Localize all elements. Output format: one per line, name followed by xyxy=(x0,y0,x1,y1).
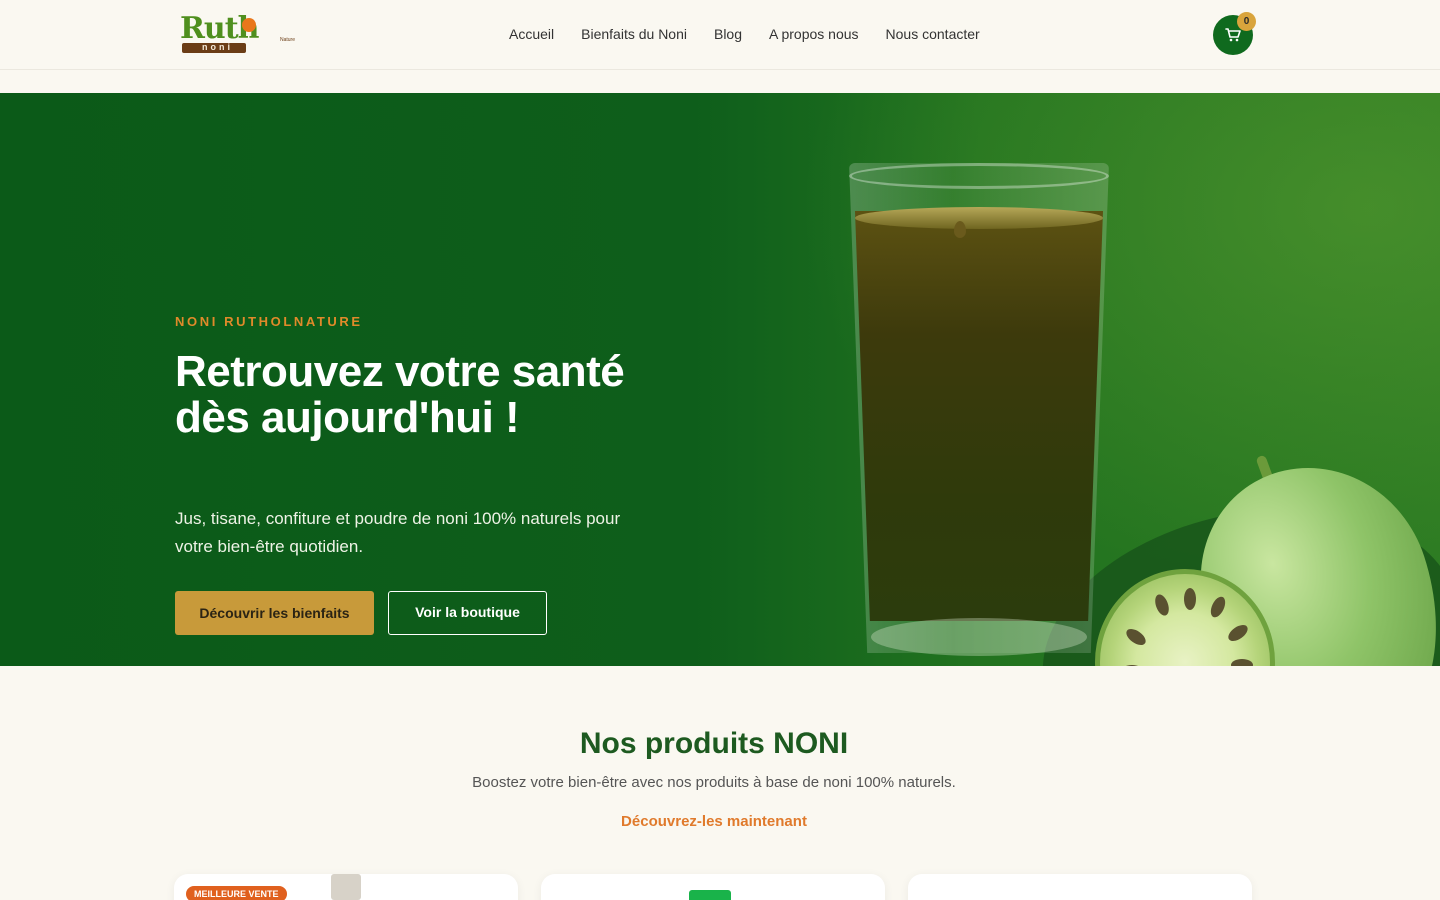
logo-tag: Nature xyxy=(280,37,296,43)
product-card[interactable]: MEILLEURE VENTE xyxy=(174,874,518,900)
hero-subtitle: Jus, tisane, confiture et poudre de noni… xyxy=(175,509,621,556)
nav-a-propos[interactable]: A propos nous xyxy=(769,25,859,45)
fruit-seed xyxy=(1152,592,1172,618)
nav-accueil[interactable]: Accueil xyxy=(509,25,554,45)
best-seller-badge: MEILLEURE VENTE xyxy=(186,886,287,900)
nav-bienfaits[interactable]: Bienfaits du Noni xyxy=(581,25,687,45)
product-card[interactable] xyxy=(908,874,1252,900)
logo-mark xyxy=(242,18,256,32)
products-subtitle: Boostez votre bien-être avec nos produit… xyxy=(472,774,956,791)
glass-juice xyxy=(855,211,1103,621)
view-shop-button[interactable]: Voir la boutique xyxy=(388,591,547,635)
fruit-seed xyxy=(1121,665,1143,666)
fruit-seed xyxy=(1225,621,1251,645)
hero-title: Retrouvez votre santé dès aujourd'hui ! xyxy=(175,347,625,442)
product-image xyxy=(689,890,731,900)
cart-icon xyxy=(1225,28,1241,42)
product-image xyxy=(331,874,361,900)
site-header: Ruth noni Nature Accueil Bienfaits du No… xyxy=(0,0,1440,70)
logo-sub: noni xyxy=(202,42,233,52)
hero-banner: NONI RUTHOLNATURE Retrouvez votre santé … xyxy=(0,93,1440,666)
fruit-seed xyxy=(1123,625,1149,649)
fruit-seed xyxy=(1207,594,1229,620)
juice-drop xyxy=(954,221,966,238)
fruit-seed xyxy=(1231,659,1253,666)
discover-benefits-button[interactable]: Découvrir les bienfaits xyxy=(175,591,374,635)
noni-juice-glass-image xyxy=(849,163,1109,663)
discover-products-link[interactable]: Découvrez-les maintenant xyxy=(0,812,1428,832)
products-title: Nos produits NONI xyxy=(579,727,849,760)
main-nav: Accueil Bienfaits du Noni Blog A propos … xyxy=(509,25,980,45)
cart-count-badge: 0 xyxy=(1237,12,1256,31)
hero-eyebrow: NONI RUTHOLNATURE xyxy=(175,314,363,329)
fruit-seed xyxy=(1184,588,1196,610)
glass-foam xyxy=(855,207,1103,229)
product-card[interactable] xyxy=(541,874,885,900)
nav-contact[interactable]: Nous contacter xyxy=(886,25,980,45)
nav-blog[interactable]: Blog xyxy=(714,25,742,45)
site-logo[interactable]: Ruth noni Nature xyxy=(180,12,302,56)
glass-base xyxy=(871,618,1087,656)
glass-rim xyxy=(849,163,1109,189)
